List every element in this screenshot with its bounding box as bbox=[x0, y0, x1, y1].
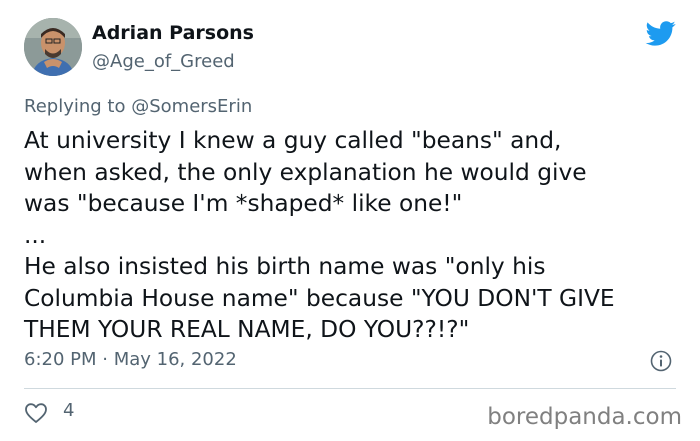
tweet-line: Columbia House name" because "YOU DON'T … bbox=[24, 284, 615, 312]
author-handle[interactable]: @Age_of_Greed bbox=[92, 51, 235, 72]
reply-context: Replying to @SomersErin bbox=[24, 96, 252, 117]
reply-prefix: Replying to bbox=[24, 96, 126, 117]
tweet-text: At university I knew a guy called "beans… bbox=[24, 125, 684, 346]
tweet-line: THEM YOUR REAL NAME, DO YOU??!?" bbox=[24, 316, 470, 343]
info-icon[interactable] bbox=[650, 350, 672, 372]
tweet-line: ... bbox=[24, 221, 47, 249]
tweet-line: was "because I'm *shaped* like one!" bbox=[24, 190, 463, 217]
twitter-bird-icon[interactable] bbox=[644, 18, 678, 48]
like-count: 4 bbox=[63, 400, 75, 421]
tweet-line: He also insisted his birth name was "onl… bbox=[24, 253, 546, 280]
tweet-line: At university I knew a guy called "beans… bbox=[24, 127, 562, 154]
tweet-timestamp[interactable]: 6:20 PM · May 16, 2022 bbox=[24, 349, 237, 370]
divider bbox=[24, 388, 676, 389]
author-name[interactable]: Adrian Parsons bbox=[92, 22, 254, 44]
reply-mention[interactable]: @SomersErin bbox=[131, 96, 252, 117]
heart-icon[interactable] bbox=[24, 402, 48, 424]
avatar[interactable] bbox=[24, 18, 82, 76]
watermark: boredpanda.com bbox=[487, 404, 682, 430]
tweet-line: when asked, the only explanation he woul… bbox=[24, 158, 587, 186]
